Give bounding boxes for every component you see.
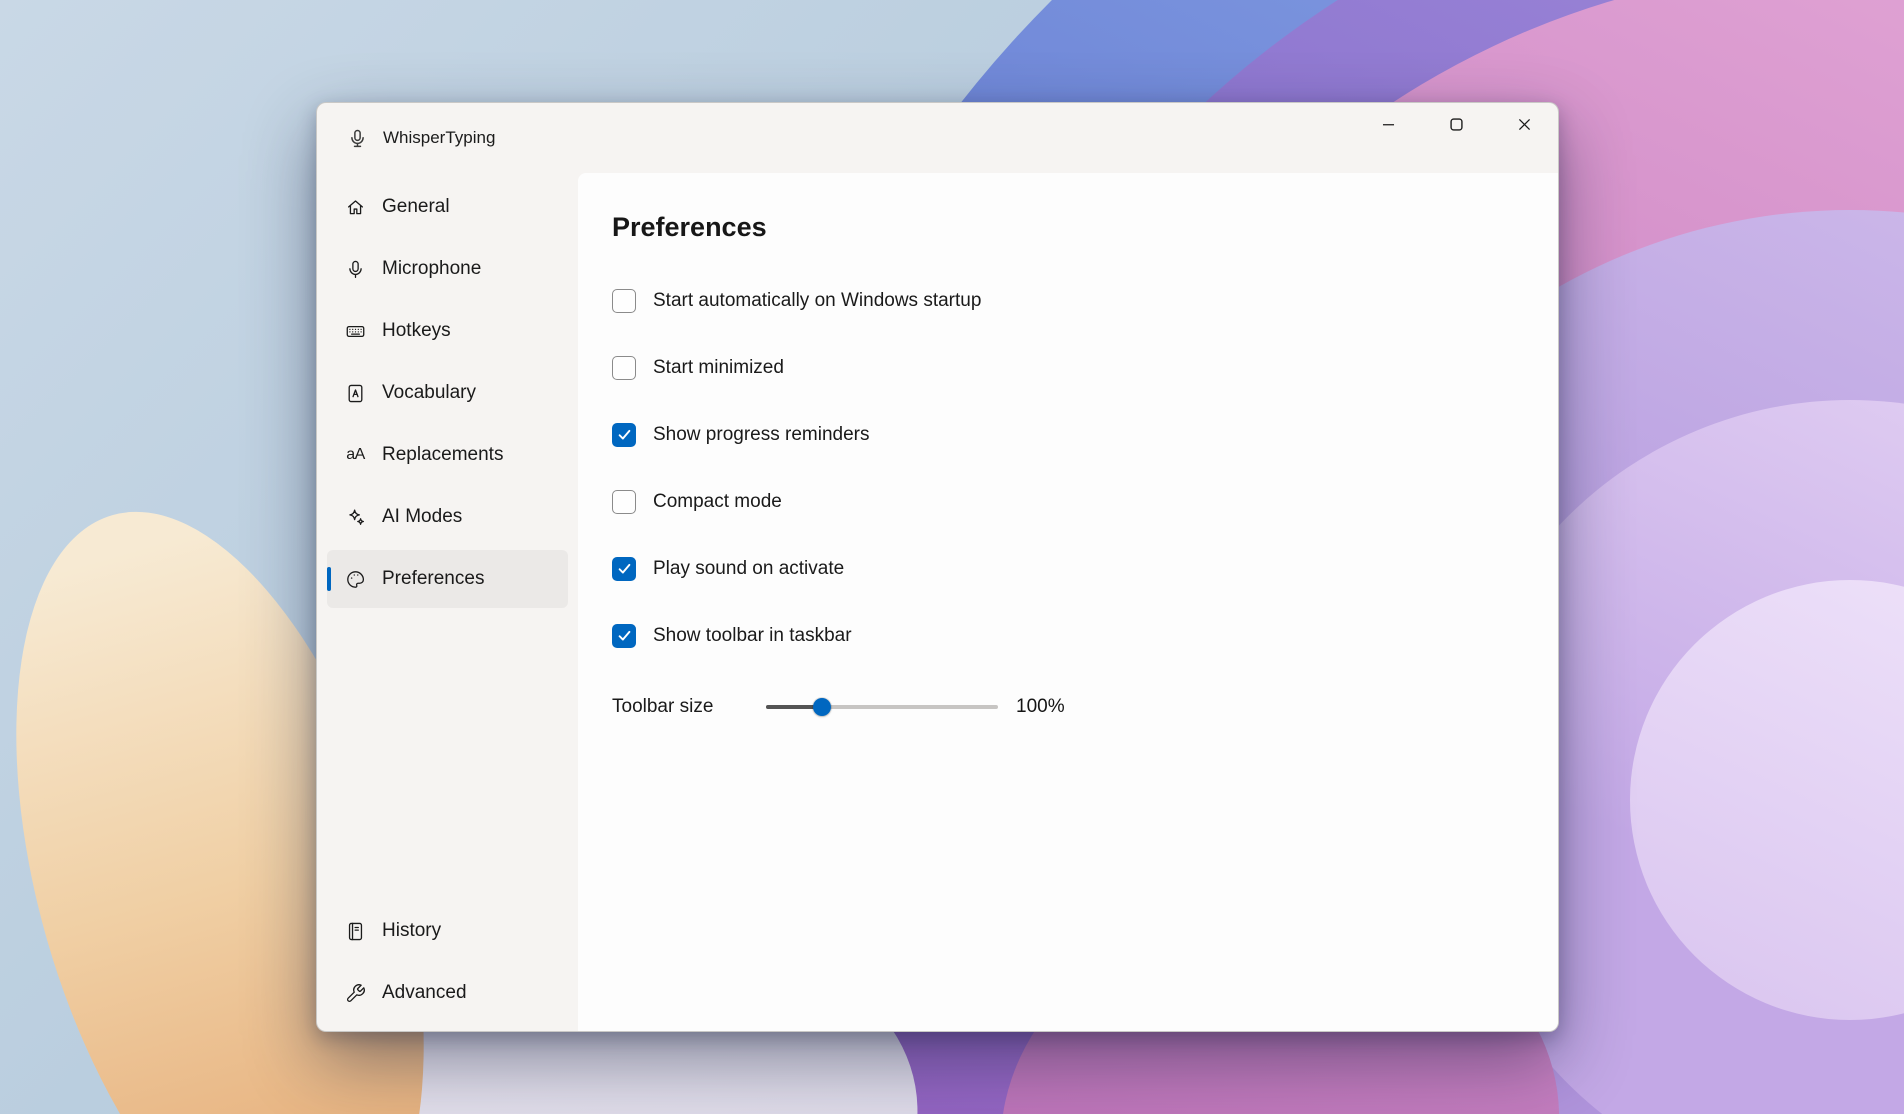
- sidebar-item-label: Microphone: [382, 258, 482, 279]
- wrench-icon: [344, 982, 367, 1005]
- maximize-icon: [1448, 116, 1465, 136]
- preference-checkbox-list: Start automatically on Windows startup St…: [612, 267, 1518, 669]
- checkbox-start-minimized[interactable]: [612, 355, 636, 380]
- sidebar-item-replacements[interactable]: aA Replacements: [327, 426, 568, 484]
- sidebar-item-label: History: [382, 920, 442, 941]
- sidebar-item-advanced[interactable]: Advanced: [327, 964, 568, 1022]
- checkbox-show-toolbar-in-taskbar[interactable]: [612, 623, 636, 648]
- sidebar-item-microphone[interactable]: Microphone: [327, 240, 568, 298]
- home-icon: [344, 196, 367, 219]
- desktop-wallpaper: WhisperTyping General Microphone Hotkeys Vo…: [0, 0, 1904, 1114]
- keyboard-icon: [344, 320, 367, 343]
- maximize-button[interactable]: [1422, 103, 1490, 149]
- checkbox-start-automatically-on-windows-startup[interactable]: [612, 288, 636, 313]
- preference-row-show-toolbar-in-taskbar[interactable]: Show toolbar in taskbar: [612, 602, 1518, 669]
- checkbox-show-progress-reminders[interactable]: [612, 422, 636, 447]
- selected-indicator: [327, 567, 331, 591]
- checkbox-label: Compact mode: [653, 490, 782, 512]
- checkbox-compact-mode[interactable]: [612, 489, 636, 514]
- toolbar-size-slider[interactable]: [766, 697, 998, 716]
- sidebar-item-label: Preferences: [382, 568, 485, 589]
- sidebar-item-label: Advanced: [382, 982, 467, 1003]
- sidebar-nav-bottom: History Advanced: [317, 902, 578, 1026]
- checkbox-label: Start minimized: [653, 356, 784, 378]
- minimize-button[interactable]: [1354, 103, 1422, 149]
- text-replace-icon: aA: [346, 446, 365, 463]
- app-logo-microphone-icon: [345, 126, 369, 150]
- sidebar-item-vocabulary[interactable]: Vocabulary: [327, 364, 568, 422]
- preference-row-show-progress-reminders[interactable]: Show progress reminders: [612, 401, 1518, 468]
- history-notebook-icon: [344, 920, 367, 943]
- checkbox-label: Play sound on activate: [653, 557, 845, 579]
- titlebar[interactable]: WhisperTyping: [317, 103, 1558, 173]
- preference-row-start-automatically-on-windows-startup[interactable]: Start automatically on Windows startup: [612, 267, 1518, 334]
- toolbar-size-row: Toolbar size 100%: [612, 673, 1518, 740]
- sidebar-item-label: Hotkeys: [382, 320, 451, 341]
- sidebar-item-label: Vocabulary: [382, 382, 477, 403]
- sidebar-item-hotkeys[interactable]: Hotkeys: [327, 302, 568, 360]
- sidebar-item-ai-modes[interactable]: AI Modes: [327, 488, 568, 546]
- palette-icon: [344, 568, 367, 591]
- close-icon: [1516, 116, 1533, 136]
- checkbox-play-sound-on-activate[interactable]: [612, 556, 636, 581]
- sidebar-item-label: Replacements: [382, 444, 504, 465]
- sidebar-nav-top: General Microphone Hotkeys Vocabulary aA Repl…: [317, 173, 578, 608]
- app-window: WhisperTyping General Microphone Hotkeys Vo…: [316, 102, 1559, 1032]
- checkbox-label: Show toolbar in taskbar: [653, 624, 852, 646]
- ai-sparkle-icon: [344, 506, 367, 529]
- slider-thumb[interactable]: [812, 697, 831, 716]
- close-button[interactable]: [1490, 103, 1558, 149]
- caption-buttons: [1354, 103, 1558, 149]
- sidebar-item-general[interactable]: General: [327, 178, 568, 236]
- sidebar-item-history[interactable]: History: [327, 902, 568, 960]
- checkbox-label: Show progress reminders: [653, 423, 870, 445]
- sidebar-item-label: General: [382, 196, 450, 217]
- checkbox-label: Start automatically on Windows startup: [653, 289, 982, 311]
- sidebar-item-preferences[interactable]: Preferences: [327, 550, 568, 608]
- window-title: WhisperTyping: [383, 128, 496, 147]
- preference-row-play-sound-on-activate[interactable]: Play sound on activate: [612, 535, 1518, 602]
- sidebar: General Microphone Hotkeys Vocabulary aA Repl…: [317, 173, 578, 1031]
- toolbar-size-label: Toolbar size: [612, 695, 714, 717]
- preference-row-start-minimized[interactable]: Start minimized: [612, 334, 1518, 401]
- preference-row-compact-mode[interactable]: Compact mode: [612, 468, 1518, 535]
- main-content: Preferences Start automatically on Windo…: [578, 173, 1558, 1031]
- page-title: Preferences: [612, 212, 767, 242]
- toolbar-size-value: 100%: [1016, 695, 1065, 717]
- microphone-icon: [344, 258, 367, 281]
- minimize-icon: [1380, 116, 1397, 136]
- slider-track: [766, 704, 998, 709]
- vocabulary-book-icon: [344, 382, 367, 405]
- sidebar-item-label: AI Modes: [382, 506, 463, 527]
